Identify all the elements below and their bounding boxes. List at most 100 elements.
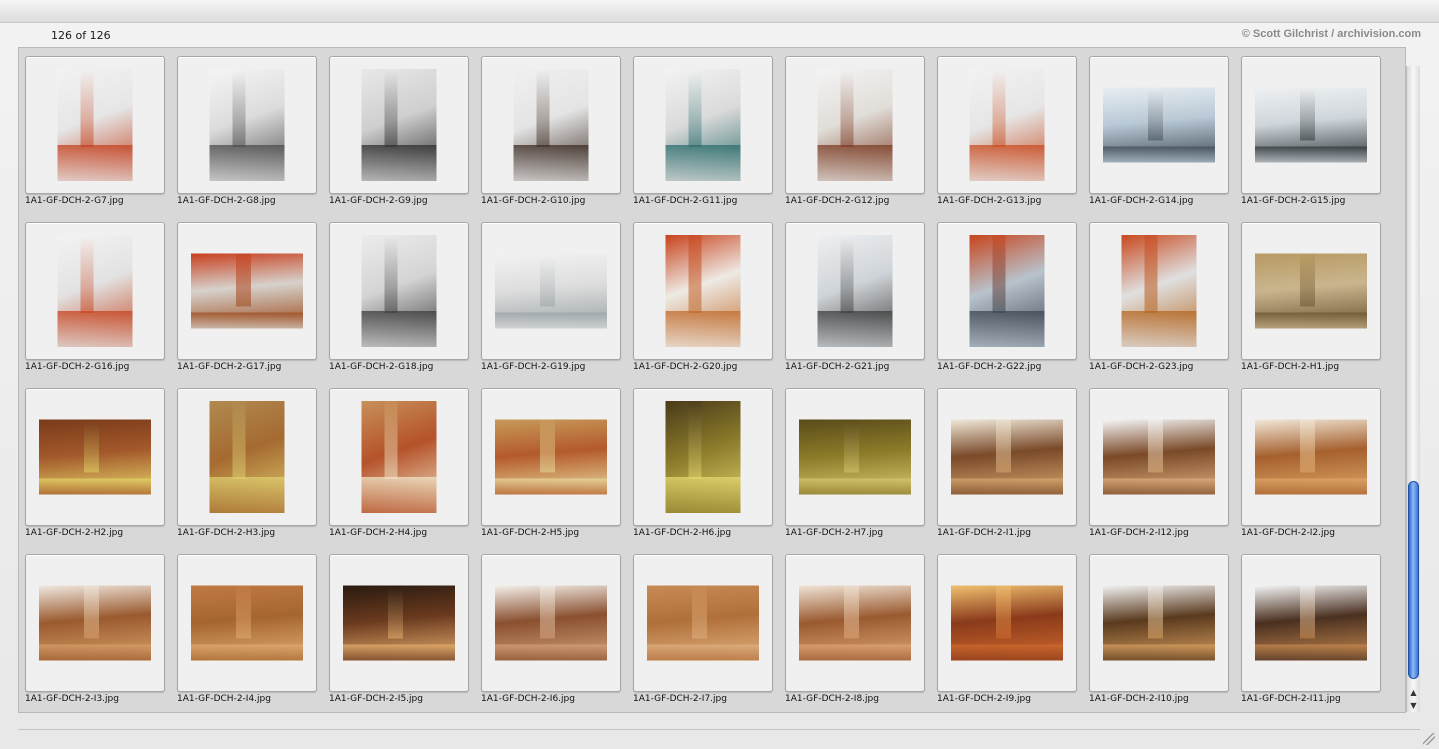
thumbnail-image[interactable] bbox=[1103, 419, 1215, 495]
thumbnail-image[interactable] bbox=[1255, 419, 1367, 495]
thumbnail-filename[interactable]: 1A1-GF-DCH-2-G12.jpg bbox=[785, 196, 935, 206]
thumbnail-image[interactable] bbox=[665, 69, 741, 181]
thumbnail-frame[interactable] bbox=[329, 554, 469, 692]
thumbnail-frame[interactable] bbox=[1241, 222, 1381, 360]
thumbnail-image[interactable] bbox=[665, 401, 741, 513]
scrollbar-thumb[interactable] bbox=[1408, 481, 1419, 679]
thumbnail-image[interactable] bbox=[1103, 585, 1215, 661]
thumbnail-cell[interactable]: 1A1-GF-DCH-2-G11.jpg bbox=[633, 56, 773, 222]
thumbnail-cell[interactable]: 1A1-GF-DCH-2-G14.jpg bbox=[1089, 56, 1229, 222]
thumbnail-image[interactable] bbox=[191, 585, 303, 661]
thumbnail-image[interactable] bbox=[39, 419, 151, 495]
thumbnail-image[interactable] bbox=[209, 401, 285, 513]
thumbnail-frame[interactable] bbox=[785, 554, 925, 692]
resize-grip-icon[interactable] bbox=[1423, 733, 1435, 745]
thumbnail-cell[interactable]: 1A1-GF-DCH-2-G22.jpg bbox=[937, 222, 1077, 388]
thumbnail-image[interactable] bbox=[665, 235, 741, 347]
thumbnail-cell[interactable]: 1A1-GF-DCH-2-G15.jpg bbox=[1241, 56, 1381, 222]
thumbnail-filename[interactable]: 1A1-GF-DCH-2-I1.jpg bbox=[937, 528, 1087, 538]
thumbnail-filename[interactable]: 1A1-GF-DCH-2-I7.jpg bbox=[633, 694, 783, 704]
thumbnail-frame[interactable] bbox=[329, 56, 469, 194]
thumbnail-image[interactable] bbox=[191, 253, 303, 329]
thumbnail-image[interactable] bbox=[1121, 235, 1197, 347]
thumbnail-image[interactable] bbox=[799, 419, 911, 495]
thumbnail-cell[interactable]: 1A1-GF-DCH-2-I11.jpg bbox=[1241, 554, 1381, 712]
thumbnail-frame[interactable] bbox=[177, 554, 317, 692]
thumbnail-cell[interactable]: 1A1-GF-DCH-2-G19.jpg bbox=[481, 222, 621, 388]
thumbnail-filename[interactable]: 1A1-GF-DCH-2-G21.jpg bbox=[785, 362, 935, 372]
thumbnail-filename[interactable]: 1A1-GF-DCH-2-I3.jpg bbox=[25, 694, 175, 704]
thumbnail-image[interactable] bbox=[1103, 87, 1215, 163]
thumbnail-filename[interactable]: 1A1-GF-DCH-2-I12.jpg bbox=[1089, 528, 1239, 538]
thumbnail-filename[interactable]: 1A1-GF-DCH-2-H7.jpg bbox=[785, 528, 935, 538]
thumbnail-filename[interactable]: 1A1-GF-DCH-2-G11.jpg bbox=[633, 196, 783, 206]
thumbnail-cell[interactable]: 1A1-GF-DCH-2-H7.jpg bbox=[785, 388, 925, 554]
thumbnail-cell[interactable]: 1A1-GF-DCH-2-I3.jpg bbox=[25, 554, 165, 712]
thumbnail-frame[interactable] bbox=[633, 222, 773, 360]
thumbnail-image[interactable] bbox=[361, 401, 437, 513]
thumbnail-frame[interactable] bbox=[329, 388, 469, 526]
thumbnail-filename[interactable]: 1A1-GF-DCH-2-H6.jpg bbox=[633, 528, 783, 538]
thumbnail-image[interactable] bbox=[817, 235, 893, 347]
thumbnail-frame[interactable] bbox=[1089, 554, 1229, 692]
thumbnail-filename[interactable]: 1A1-GF-DCH-2-G15.jpg bbox=[1241, 196, 1391, 206]
thumbnail-image[interactable] bbox=[647, 585, 759, 661]
thumbnail-image[interactable] bbox=[57, 69, 133, 181]
thumbnail-frame[interactable] bbox=[937, 554, 1077, 692]
thumbnail-filename[interactable]: 1A1-GF-DCH-2-G8.jpg bbox=[177, 196, 327, 206]
thumbnail-cell[interactable]: 1A1-GF-DCH-2-G18.jpg bbox=[329, 222, 469, 388]
thumbnail-cell[interactable]: 1A1-GF-DCH-2-I2.jpg bbox=[1241, 388, 1381, 554]
thumbnail-frame[interactable] bbox=[785, 388, 925, 526]
thumbnail-cell[interactable]: 1A1-GF-DCH-2-G13.jpg bbox=[937, 56, 1077, 222]
thumbnail-cell[interactable]: 1A1-GF-DCH-2-G10.jpg bbox=[481, 56, 621, 222]
thumbnail-image[interactable] bbox=[951, 419, 1063, 495]
thumbnail-cell[interactable]: 1A1-GF-DCH-2-G20.jpg bbox=[633, 222, 773, 388]
thumbnail-cell[interactable]: 1A1-GF-DCH-2-G8.jpg bbox=[177, 56, 317, 222]
thumbnail-filename[interactable]: 1A1-GF-DCH-2-I8.jpg bbox=[785, 694, 935, 704]
thumbnail-frame[interactable] bbox=[481, 56, 621, 194]
thumbnail-filename[interactable]: 1A1-GF-DCH-2-I10.jpg bbox=[1089, 694, 1239, 704]
thumbnail-image[interactable] bbox=[817, 69, 893, 181]
thumbnail-cell[interactable]: 1A1-GF-DCH-2-H1.jpg bbox=[1241, 222, 1381, 388]
thumbnail-filename[interactable]: 1A1-GF-DCH-2-I5.jpg bbox=[329, 694, 479, 704]
thumbnail-frame[interactable] bbox=[937, 56, 1077, 194]
thumbnail-cell[interactable]: 1A1-GF-DCH-2-I6.jpg bbox=[481, 554, 621, 712]
thumbnail-frame[interactable] bbox=[633, 388, 773, 526]
thumbnail-cell[interactable]: 1A1-GF-DCH-2-G16.jpg bbox=[25, 222, 165, 388]
thumbnail-frame[interactable] bbox=[25, 388, 165, 526]
thumbnail-image[interactable] bbox=[969, 235, 1045, 347]
thumbnail-image[interactable] bbox=[361, 235, 437, 347]
thumbnail-cell[interactable]: 1A1-GF-DCH-2-G7.jpg bbox=[25, 56, 165, 222]
thumbnail-filename[interactable]: 1A1-GF-DCH-2-I9.jpg bbox=[937, 694, 1087, 704]
thumbnail-cell[interactable]: 1A1-GF-DCH-2-H6.jpg bbox=[633, 388, 773, 554]
thumbnail-cell[interactable]: 1A1-GF-DCH-2-H3.jpg bbox=[177, 388, 317, 554]
thumbnail-cell[interactable]: 1A1-GF-DCH-2-H4.jpg bbox=[329, 388, 469, 554]
thumbnail-filename[interactable]: 1A1-GF-DCH-2-G14.jpg bbox=[1089, 196, 1239, 206]
thumbnail-frame[interactable] bbox=[177, 222, 317, 360]
thumbnail-filename[interactable]: 1A1-GF-DCH-2-I6.jpg bbox=[481, 694, 631, 704]
thumbnail-frame[interactable] bbox=[177, 388, 317, 526]
scroll-up-arrow-icon[interactable]: ▲ bbox=[1407, 686, 1420, 699]
thumbnail-image[interactable] bbox=[209, 69, 285, 181]
thumbnail-cell[interactable]: 1A1-GF-DCH-2-G9.jpg bbox=[329, 56, 469, 222]
thumbnail-image[interactable] bbox=[57, 235, 133, 347]
vertical-scrollbar[interactable]: ▲ ▼ bbox=[1406, 66, 1420, 712]
thumbnail-filename[interactable]: 1A1-GF-DCH-2-I11.jpg bbox=[1241, 694, 1391, 704]
thumbnail-frame[interactable] bbox=[633, 56, 773, 194]
thumbnail-filename[interactable]: 1A1-GF-DCH-2-G10.jpg bbox=[481, 196, 631, 206]
thumbnail-filename[interactable]: 1A1-GF-DCH-2-G20.jpg bbox=[633, 362, 783, 372]
thumbnail-frame[interactable] bbox=[785, 56, 925, 194]
thumbnail-filename[interactable]: 1A1-GF-DCH-2-G13.jpg bbox=[937, 196, 1087, 206]
thumbnail-cell[interactable]: 1A1-GF-DCH-2-I8.jpg bbox=[785, 554, 925, 712]
thumbnail-cell[interactable]: 1A1-GF-DCH-2-H5.jpg bbox=[481, 388, 621, 554]
thumbnail-filename[interactable]: 1A1-GF-DCH-2-G22.jpg bbox=[937, 362, 1087, 372]
thumbnail-filename[interactable]: 1A1-GF-DCH-2-H5.jpg bbox=[481, 528, 631, 538]
thumbnail-frame[interactable] bbox=[25, 554, 165, 692]
thumbnail-image[interactable] bbox=[495, 419, 607, 495]
thumbnail-image[interactable] bbox=[361, 69, 437, 181]
thumbnail-filename[interactable]: 1A1-GF-DCH-2-G7.jpg bbox=[25, 196, 175, 206]
thumbnail-image[interactable] bbox=[1255, 585, 1367, 661]
thumbnail-image[interactable] bbox=[495, 253, 607, 329]
thumbnail-frame[interactable] bbox=[1089, 56, 1229, 194]
thumbnail-filename[interactable]: 1A1-GF-DCH-2-G17.jpg bbox=[177, 362, 327, 372]
